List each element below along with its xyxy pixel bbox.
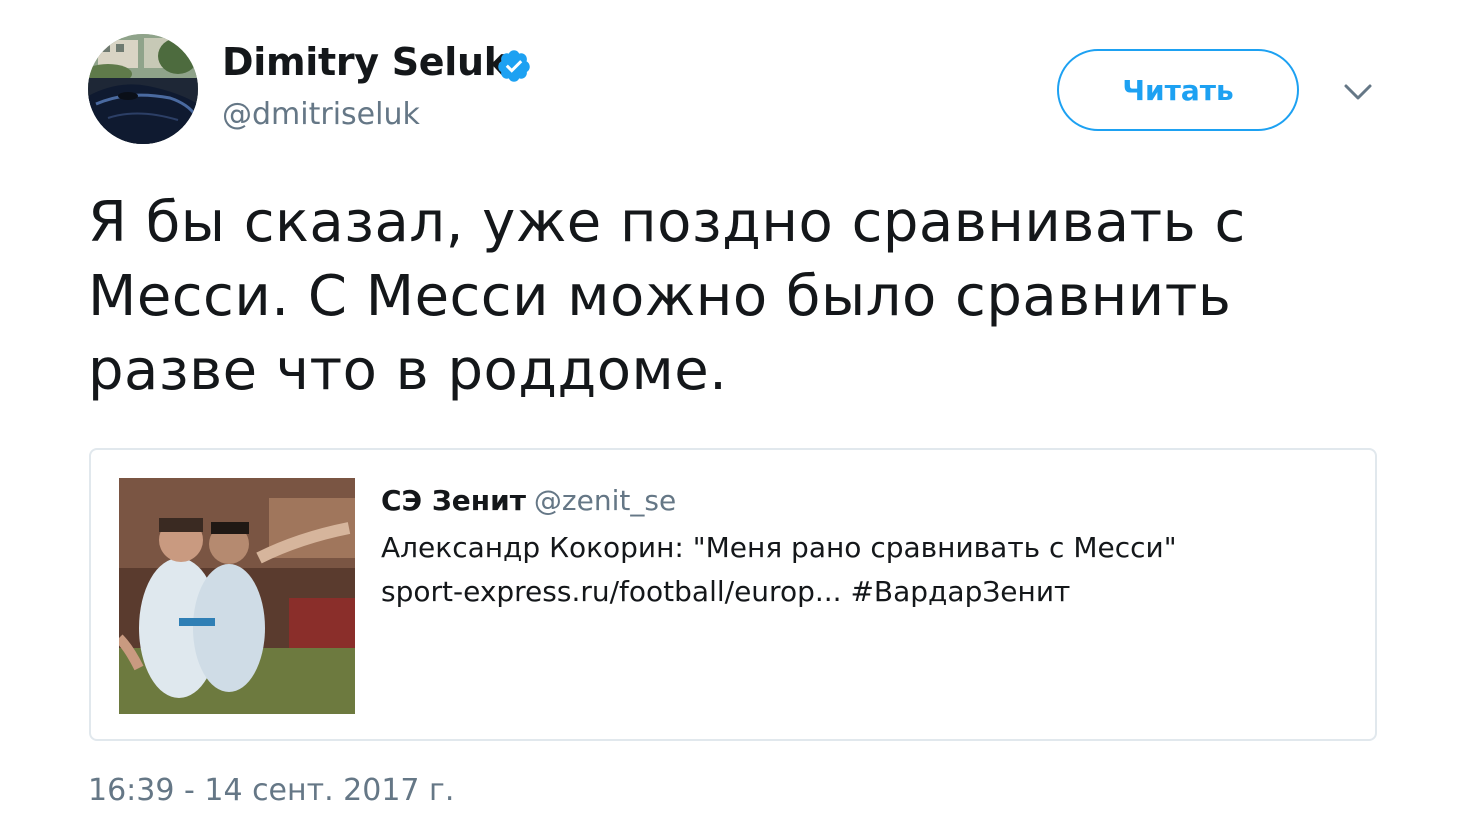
quoted-author-name[interactable]: СЭ Зенит bbox=[381, 484, 526, 517]
quoted-tweet-link[interactable]: sport-express.ru/football/europ... #Вард… bbox=[381, 575, 1070, 608]
quoted-tweet-text: Александр Кокорин: "Меня рано сравнивать… bbox=[381, 531, 1177, 564]
tweet-text: Я бы сказал, уже поздно сравнивать с Мес… bbox=[88, 186, 1288, 408]
quoted-tweet-image bbox=[119, 478, 355, 714]
tweet-text-line: разве что в роддоме. bbox=[88, 338, 728, 403]
tweet-text-line: Месси. С Месси можно было сравнить bbox=[88, 264, 1232, 329]
timestamp[interactable]: 16:39 - 14 сент. 2017 г. bbox=[88, 773, 454, 808]
tweet-text-line: Я бы сказал, уже поздно сравнивать с bbox=[88, 190, 1246, 255]
tweet: Dimitry Seluk @dmitriseluk Читать Я бы с… bbox=[0, 0, 1460, 827]
follow-button[interactable]: Читать bbox=[1057, 49, 1299, 131]
author-handle[interactable]: @dmitriseluk bbox=[222, 97, 420, 132]
avatar[interactable] bbox=[88, 34, 198, 144]
quoted-author-handle[interactable]: @zenit_se bbox=[534, 484, 676, 517]
author-name[interactable]: Dimitry Seluk bbox=[222, 40, 509, 84]
verified-badge-icon bbox=[498, 50, 530, 82]
quoted-tweet-card[interactable]: СЭ Зенит @zenit_se Александр Кокорин: "Ме… bbox=[89, 448, 1377, 741]
chevron-down-icon[interactable] bbox=[1338, 78, 1378, 108]
quoted-tweet-header: СЭ Зенит @zenit_se bbox=[381, 484, 676, 517]
